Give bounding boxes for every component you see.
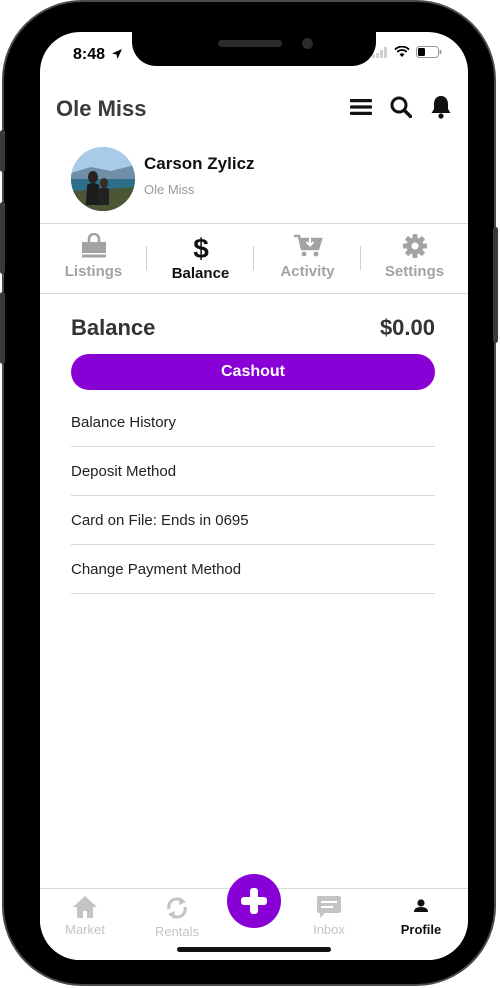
nav-market[interactable]: Market [50,895,120,937]
balance-title: Balance [71,315,156,340]
header-actions [350,96,452,119]
nav-label: Rentals [154,924,200,939]
plus-icon [241,888,267,914]
nav-profile[interactable]: Profile [386,895,456,937]
divider [40,293,468,294]
refresh-icon [167,897,187,919]
status-indicators [372,46,442,58]
speaker [218,40,282,47]
tab-label: Activity [280,263,335,280]
tab-listings[interactable]: Listings [40,224,147,292]
user-name: Carson Zylicz [144,154,255,173]
status-time: 8:48 [73,46,123,64]
page-title: Ole Miss [56,96,147,121]
add-listing-button[interactable] [227,874,281,928]
volume-up-button [0,202,5,274]
home-indicator [177,947,331,952]
avatar[interactable] [71,147,135,211]
cart-download-icon [293,234,323,257]
side-button [0,130,5,172]
search-icon[interactable] [390,96,412,118]
user-school: Ole Miss [144,182,195,197]
wifi-icon [394,46,410,57]
nav-label: Inbox [313,922,345,937]
tab-label: Balance [171,265,230,282]
nav-label: Market [65,922,105,937]
tab-label: Settings [384,263,445,280]
list-item-change-payment-method[interactable]: Change Payment Method [71,545,435,594]
profile-tabs: Listings $ Balance Activity Settings [40,224,468,292]
dollar-icon: $ [193,233,209,261]
person-icon [414,899,428,912]
home-icon [73,896,97,918]
list-item-deposit-method[interactable]: Deposit Method [71,447,435,496]
gear-icon [402,234,427,258]
location-arrow-icon [112,49,123,59]
bell-icon[interactable] [430,96,452,119]
menu-icon[interactable] [350,96,372,118]
tab-label: Listings [64,263,123,280]
battery-icon [416,46,442,58]
balance-menu: Balance History Deposit Method Card on F… [71,398,435,594]
nav-inbox[interactable]: Inbox [294,895,364,937]
tab-settings[interactable]: Settings [361,224,468,292]
balance-amount: $0.00 [379,315,435,340]
phone-frame: 8:48 Ole Miss Carson Zylicz Ole Miss Lis… [0,2,498,984]
notch [132,32,376,66]
tab-balance[interactable]: $ Balance [147,224,254,292]
cashout-button[interactable]: Cashout [71,354,435,390]
svg-text:$: $ [193,233,209,261]
volume-down-button [0,292,5,364]
camera [302,38,313,49]
power-button [493,227,498,343]
signal-icon [372,46,387,58]
nav-rentals[interactable]: Rentals [142,895,212,939]
status-time-text: 8:48 [73,46,106,63]
chat-icon [317,896,341,918]
shopping-bag-icon [81,233,106,258]
app-screen: 8:48 Ole Miss Carson Zylicz Ole Miss Lis… [40,32,468,960]
avatar-photo [71,147,135,211]
list-item-balance-history[interactable]: Balance History [71,398,435,447]
nav-label: Profile [400,922,442,937]
tab-activity[interactable]: Activity [254,224,361,292]
list-item-card-on-file[interactable]: Card on File: Ends in 0695 [71,496,435,545]
